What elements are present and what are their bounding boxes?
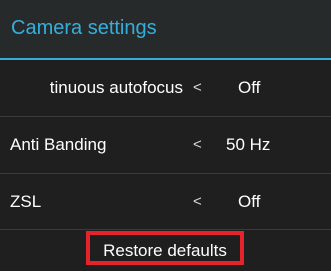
setting-label: ZSL <box>10 192 42 211</box>
camera-settings-panel: Camera settings tinuous autofocus < Off … <box>0 0 331 271</box>
restore-defaults-label: Restore defaults <box>103 241 227 260</box>
setting-value[interactable]: Off <box>238 192 260 212</box>
setting-label-clip: tinuous autofocus <box>10 60 183 116</box>
setting-label: Anti Banding <box>10 135 107 154</box>
setting-row-continuous-autofocus[interactable]: tinuous autofocus < Off <box>0 60 331 116</box>
setting-row-zsl[interactable]: ZSL < Off <box>0 174 331 230</box>
title-bar: Camera settings <box>0 0 331 58</box>
page-title: Camera settings <box>11 17 157 39</box>
footer-bar: Restore defaults <box>0 230 331 271</box>
setting-value[interactable]: Off <box>238 78 260 98</box>
setting-value[interactable]: 50 Hz <box>226 135 270 155</box>
setting-label: tinuous autofocus <box>49 78 183 97</box>
chevron-left-icon[interactable]: < <box>193 193 202 210</box>
restore-defaults-button[interactable]: Restore defaults <box>86 231 244 265</box>
chevron-left-icon[interactable]: < <box>193 136 202 153</box>
setting-row-anti-banding[interactable]: Anti Banding < 50 Hz <box>0 117 331 173</box>
chevron-left-icon[interactable]: < <box>193 79 202 96</box>
